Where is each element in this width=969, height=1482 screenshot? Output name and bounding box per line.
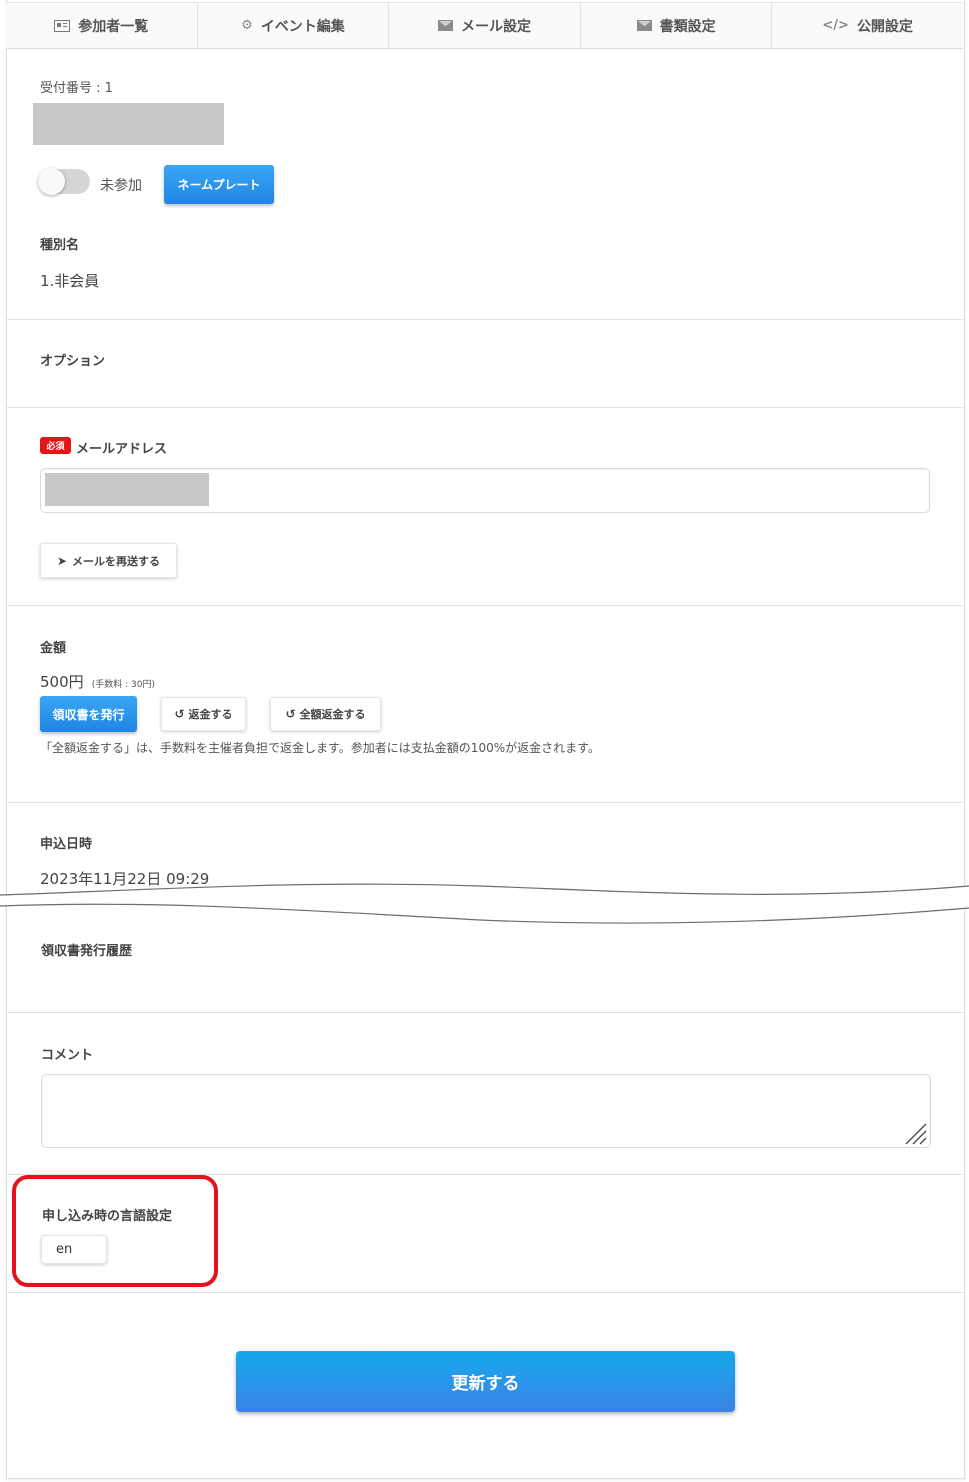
category-value: 1.非会員 (40, 272, 100, 290)
resend-mail-button[interactable]: ➤ メールを再送する (40, 543, 177, 578)
tab-label: 参加者一覧 (78, 18, 149, 35)
receipt-history-label: 領収書発行履歴 (41, 944, 133, 959)
divider (6, 605, 963, 606)
amount-row: 500円 (手数料 : 30円) (40, 671, 155, 692)
button-label: 返金する (188, 708, 233, 721)
redacted-name (33, 103, 224, 145)
tab-document-settings[interactable]: 書類設定 (581, 3, 773, 48)
resize-handle-icon[interactable] (904, 1123, 928, 1145)
gear-icon: ⚙ (241, 18, 253, 33)
email-label: メールアドレス (76, 442, 168, 457)
undo-icon: ↺ (174, 707, 185, 721)
tab-event-edit[interactable]: ⚙ イベント編集 (198, 3, 390, 48)
refund-note: 「全額返金する」は、手数料を主催者負担で返金します。参加者には支払金額の100%… (40, 741, 600, 755)
update-button[interactable]: 更新する (236, 1351, 735, 1412)
option-label: オプション (40, 354, 106, 369)
screenshot-break (0, 883, 969, 924)
toggle-knob (38, 168, 65, 195)
tab-label: イベント編集 (260, 18, 345, 35)
tab-bar: 参加者一覧 ⚙ イベント編集 メール設定 書類設定 </> 公開設定 (6, 2, 963, 49)
required-badge: 必須 (40, 437, 71, 454)
issue-receipt-button[interactable]: 領収書を発行 (40, 696, 137, 732)
divider (6, 407, 963, 408)
button-label: 全額返金する (299, 708, 366, 721)
tab-participant-list[interactable]: 参加者一覧 (6, 3, 198, 48)
tab-mail-settings[interactable]: メール設定 (389, 3, 581, 48)
nameplate-button[interactable]: ネームプレート (164, 165, 274, 204)
amount-value: 500円 (40, 673, 84, 691)
receipt-number: 受付番号 : 1 (40, 81, 113, 96)
tab-label: メール設定 (460, 18, 531, 35)
divider (6, 319, 963, 320)
comment-label: コメント (41, 1048, 94, 1063)
redacted-email (45, 473, 209, 506)
fee-value: (手数料 : 30円) (91, 680, 155, 690)
attendance-status: 未参加 (100, 178, 142, 194)
full-refund-button[interactable]: ↺ 全額返金する (270, 697, 381, 731)
email-field[interactable] (40, 468, 930, 513)
divider (6, 802, 963, 803)
envelope-icon (437, 20, 453, 31)
id-card-icon (54, 19, 71, 32)
button-label: メールを再送する (72, 554, 161, 568)
refund-button[interactable]: ↺ 返金する (161, 697, 246, 731)
amount-label: 金額 (40, 641, 67, 656)
highlight-box (12, 1175, 218, 1287)
tab-publish-settings[interactable]: </> 公開設定 (772, 3, 963, 48)
code-icon: </> (822, 18, 849, 33)
divider (6, 1012, 963, 1013)
undo-icon: ↺ (285, 707, 296, 721)
tab-label: 書類設定 (659, 18, 716, 35)
attendance-toggle[interactable] (38, 168, 90, 195)
envelope-icon (636, 20, 652, 31)
tab-label: 公開設定 (856, 18, 913, 35)
applied-label: 申込日時 (40, 837, 93, 852)
comment-textarea[interactable] (41, 1074, 931, 1148)
divider (6, 1292, 963, 1293)
category-label: 種別名 (40, 238, 80, 253)
paper-plane-icon: ➤ (56, 553, 68, 568)
